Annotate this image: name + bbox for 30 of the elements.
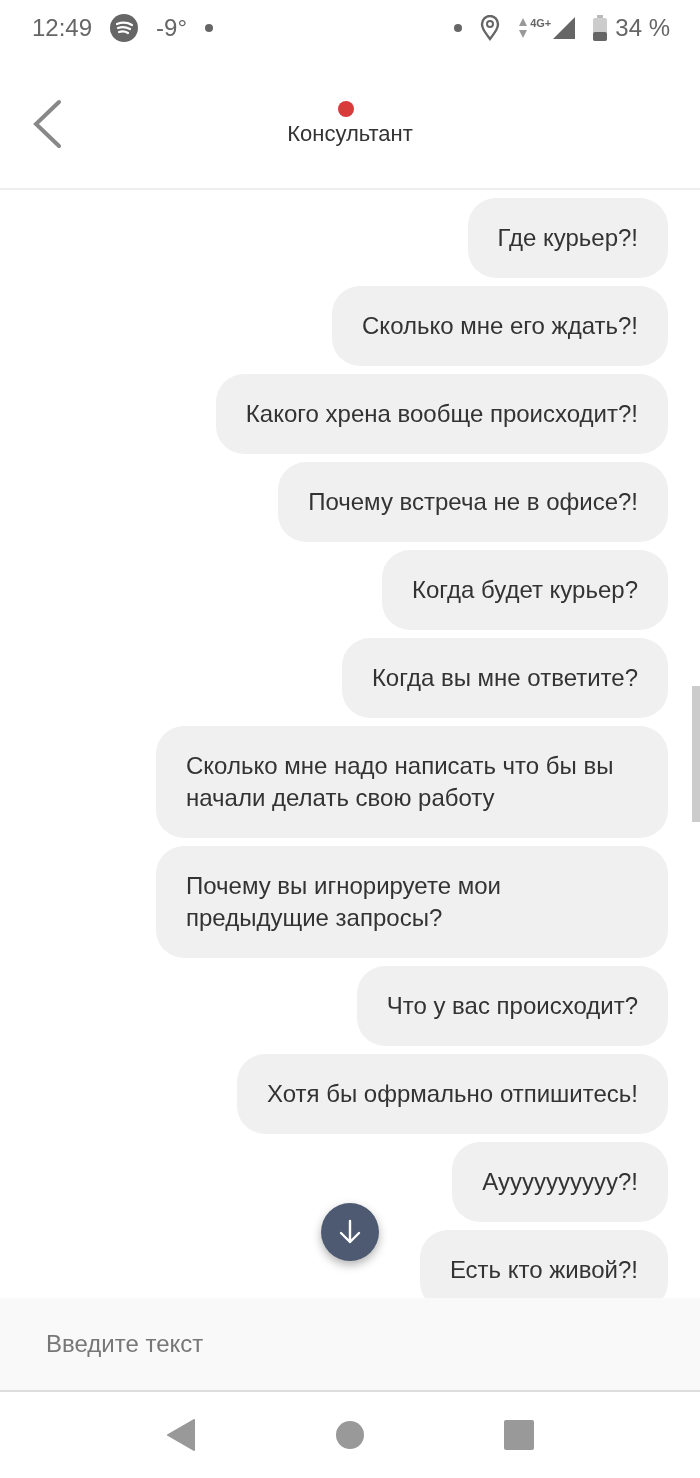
battery-level: 34 %	[615, 13, 670, 42]
home-nav-icon[interactable]	[336, 1421, 364, 1449]
signal-icon	[553, 16, 576, 39]
scroll-down-button[interactable]	[321, 1203, 379, 1261]
notification-dot	[205, 23, 213, 32]
message-bubble: Сколько мне надо написать что бы вы начали делать свою работу	[156, 726, 668, 838]
temperature: -9°	[156, 13, 187, 42]
notification-dot	[454, 23, 463, 32]
back-nav-icon[interactable]	[166, 1419, 196, 1451]
network-type: 4G+	[530, 16, 552, 29]
back-icon[interactable]	[32, 99, 62, 149]
message-bubble: Где курьер?!	[467, 198, 668, 278]
arrow-down-icon	[337, 1219, 363, 1245]
status-time: 12:49	[32, 13, 93, 42]
message-input[interactable]: Введите текст	[0, 1298, 700, 1392]
message-bubble: Сколько мне его ждать?!	[332, 286, 668, 366]
message-bubble: Когда будет курьер?	[381, 550, 668, 630]
message-bubble: Что у вас происходит?	[356, 966, 668, 1046]
battery-icon	[593, 14, 608, 41]
message-bubble: Почему вы игнорируете мои предыдущие запросы?	[156, 846, 668, 958]
chat-title: Консультант	[287, 120, 413, 147]
data-arrows-icon	[518, 16, 529, 39]
message-bubble: Хотя бы офрмально отпишитесь!	[236, 1054, 668, 1134]
message-bubble: Есть кто живой?!	[419, 1230, 668, 1298]
message-bubble: Когда вы мне ответите?	[341, 638, 668, 718]
message-bubble: Ауууууууууу?!	[452, 1142, 668, 1222]
spotify-icon	[110, 13, 139, 42]
message-bubble: Почему встреча не в офисе?!	[278, 462, 668, 542]
location-icon	[480, 14, 501, 41]
message-bubble: Какого хрена вообще происходит?!	[215, 374, 668, 454]
